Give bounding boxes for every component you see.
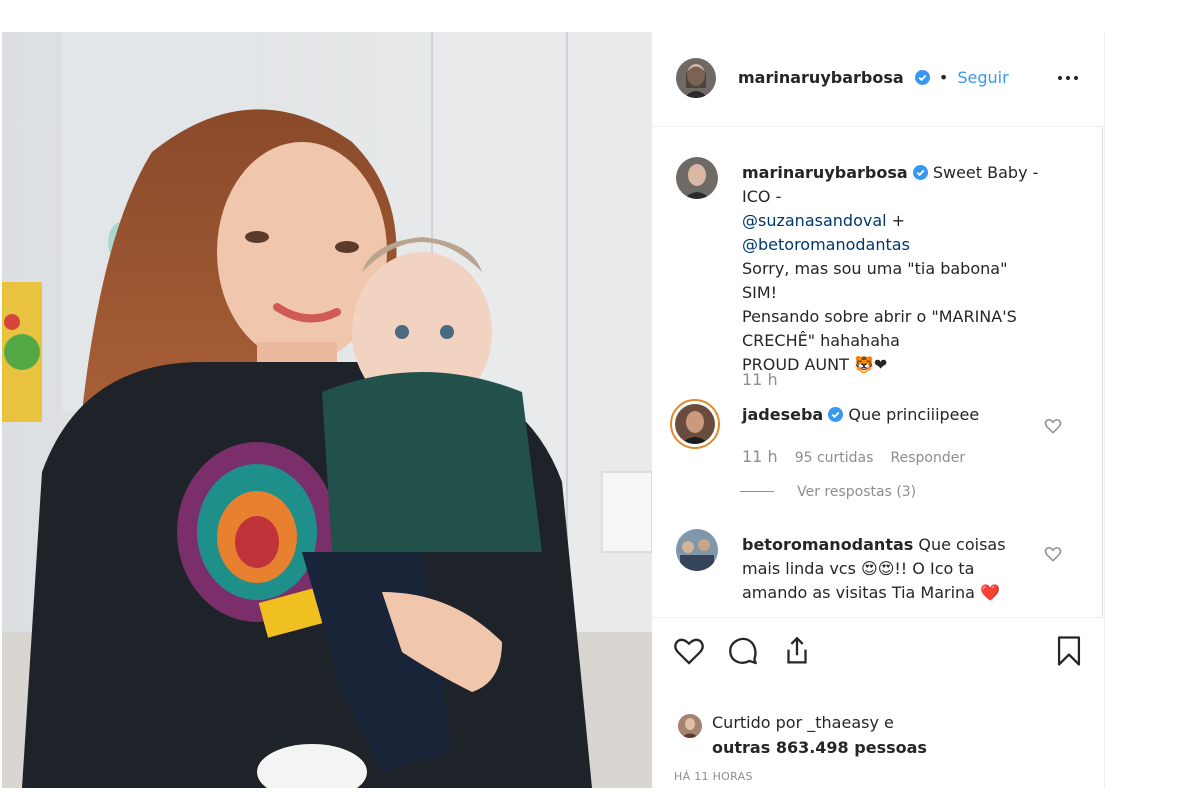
mention-link[interactable]: @betoromanodantas <box>742 233 1042 257</box>
view-replies-button[interactable]: Ver respostas (3) <box>797 484 916 500</box>
like-heart-icon[interactable] <box>672 634 706 668</box>
caption-line: Sorry, mas sou uma "tia babona" SIM! <box>742 259 1008 302</box>
verified-badge-icon <box>914 70 930 85</box>
caption-line: Pensando sobre abrir o "MARINA'S <box>742 307 1017 326</box>
like-comment-heart-icon[interactable] <box>1044 545 1062 563</box>
liked-by-suffix: e <box>884 713 894 732</box>
post-image <box>2 32 652 788</box>
caption-line: CRECHÊ" hahahaha <box>742 331 900 350</box>
comment-body: mais linda vcs <box>742 559 856 578</box>
post-actions: Curtido por _thaeasy e outras 863.498 pe… <box>652 617 1104 789</box>
like-comment-heart-icon[interactable] <box>1044 417 1062 435</box>
tiger-emoji: 🐯 <box>853 355 874 374</box>
comment-text: jadeseba Que princiiipeee <box>742 403 1042 427</box>
caption-plus: + <box>891 211 906 230</box>
more-options-icon[interactable] <box>1056 68 1080 88</box>
caption-text: marinaruybarbosa Sweet Baby - ICO - @suz… <box>742 161 1042 377</box>
heart-emoji: ❤ <box>873 355 888 374</box>
likes-count[interactable]: outras 863.498 pessoas <box>712 738 927 757</box>
heart-eyes-emoji: 😍😍 <box>861 559 895 578</box>
comments-section[interactable]: marinaruybarbosa Sweet Baby - ICO - @suz… <box>652 127 1103 617</box>
verified-badge-icon <box>912 165 928 180</box>
commenter-avatar[interactable] <box>670 399 720 449</box>
comment-username[interactable]: betoromanodantas <box>742 535 913 554</box>
caption-line: Sweet Baby - <box>932 163 1039 182</box>
liked-by-prefix: Curtido por <box>712 713 803 732</box>
comment-body: !! O Ico ta <box>894 559 975 578</box>
share-icon[interactable] <box>780 634 814 668</box>
commenter-avatar[interactable] <box>676 529 718 571</box>
follow-button[interactable]: Seguir <box>957 68 1008 87</box>
post-panel: marinaruybarbosa • Seguir marinaruybarbo… <box>652 32 1105 788</box>
post-timestamp[interactable]: HÁ 11 HORAS <box>674 770 753 783</box>
mention-link[interactable]: @suzanasandoval <box>742 211 887 230</box>
liker-avatar[interactable] <box>678 714 702 738</box>
red-heart-emoji: ❤️ <box>980 583 1000 602</box>
comment-username[interactable]: jadeseba <box>742 405 823 424</box>
author-username[interactable]: marinaruybarbosa <box>738 68 904 87</box>
caption-avatar[interactable] <box>676 157 718 199</box>
liked-by-username[interactable]: _thaeasy <box>807 713 879 732</box>
caption-time[interactable]: 11 h <box>742 370 778 389</box>
comment-body: Que princiiipeee <box>848 405 980 424</box>
post-photo[interactable] <box>2 32 652 788</box>
verified-badge-icon <box>828 407 844 422</box>
caption-line: ICO - <box>742 187 782 206</box>
author-avatar[interactable] <box>676 58 716 98</box>
post-header: marinaruybarbosa • Seguir <box>652 32 1104 127</box>
replies-divider <box>740 491 774 492</box>
comment-bubble-icon[interactable] <box>726 634 760 668</box>
comment-time[interactable]: 11 h <box>742 447 778 466</box>
comment-body: amando as visitas Tia Marina <box>742 583 975 602</box>
caption-username[interactable]: marinaruybarbosa <box>742 163 908 182</box>
comment-text: betoromanodantas Que coisas mais linda v… <box>742 533 1042 605</box>
comment-likes[interactable]: 95 curtidas <box>795 450 874 466</box>
follow-separator: • <box>938 68 949 87</box>
reply-button[interactable]: Responder <box>891 450 966 466</box>
bookmark-icon[interactable] <box>1052 634 1086 668</box>
comment-body: Que coisas <box>918 535 1006 554</box>
